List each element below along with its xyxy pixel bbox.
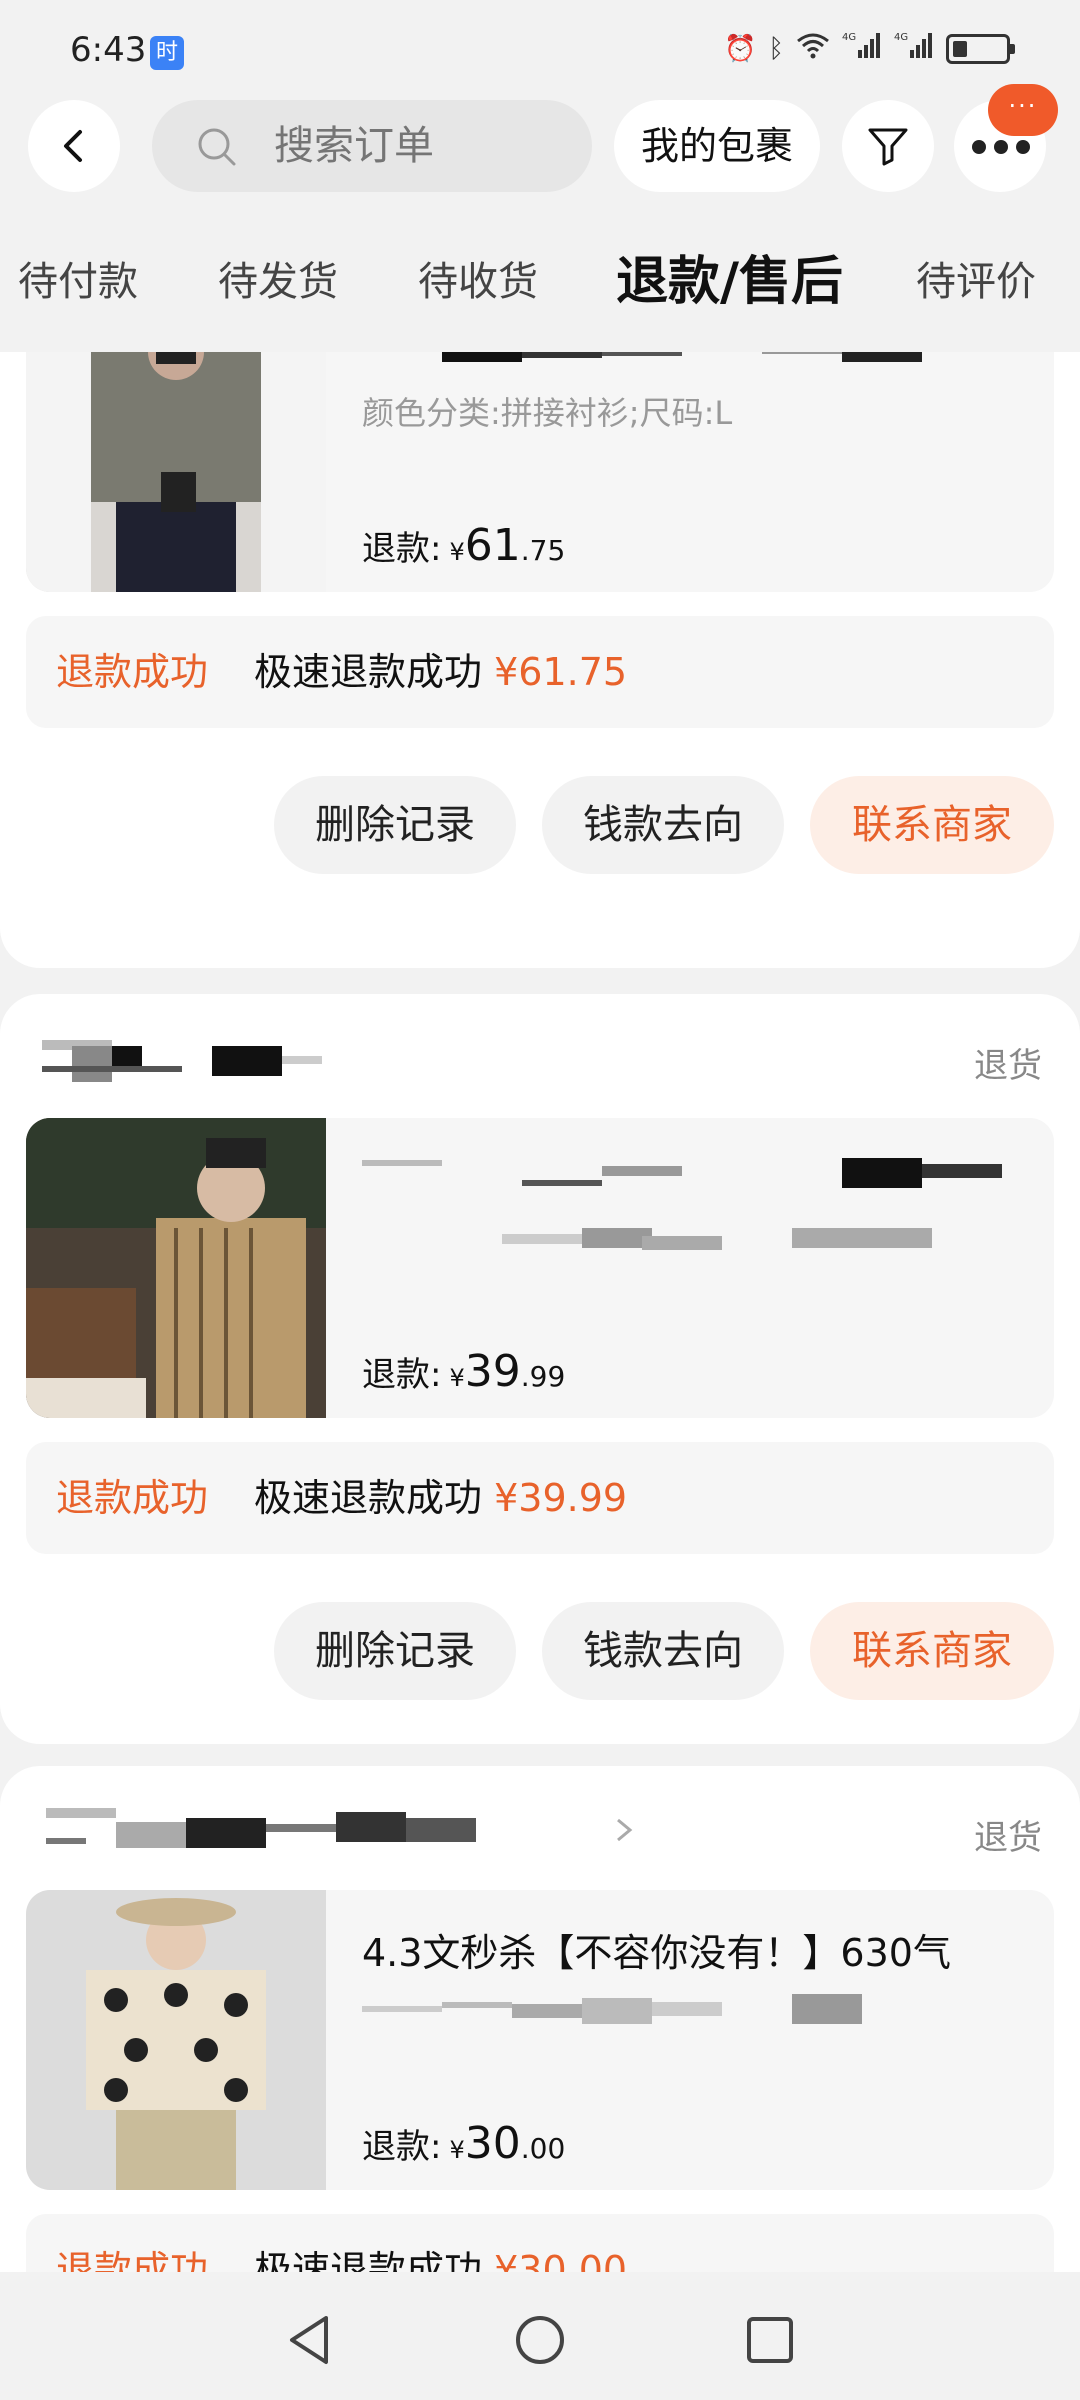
order-card[interactable]: 退货 4.3文秒杀【不容你没有！】630气 退款: ¥30.00 退款成功 极速… bbox=[0, 1766, 1080, 2272]
refund-amount: 退款: ¥61.75 bbox=[362, 520, 566, 571]
refund-status-box[interactable]: 退款成功 极速退款成功 ¥30.00 bbox=[26, 2214, 1054, 2272]
money-flow-button[interactable]: 钱款去向 bbox=[542, 1602, 784, 1700]
refund-amount: 退款: ¥39.99 bbox=[362, 1346, 566, 1397]
contact-seller-button[interactable]: 联系商家 bbox=[810, 776, 1054, 874]
nav-recents-icon[interactable] bbox=[740, 2310, 800, 2370]
nav-home-icon[interactable] bbox=[510, 2310, 570, 2370]
tab-pending-shipment[interactable]: 待发货 bbox=[218, 236, 338, 344]
refund-status-label: 退款成功 bbox=[56, 1476, 209, 1520]
signal-icon-2: 4G bbox=[894, 30, 934, 67]
shop-name-redacted[interactable] bbox=[42, 1798, 642, 1862]
product-sku: 颜色分类:拼接衬衫;尺码:L bbox=[362, 394, 733, 432]
alarm-icon: ⏰ bbox=[724, 33, 757, 64]
order-item[interactable]: 颜色分类:拼接衬衫;尺码:L 退款: ¥61.75 bbox=[26, 352, 1054, 592]
refund-status-label: 退款成功 bbox=[56, 2248, 209, 2272]
system-nav-bar bbox=[0, 2280, 1080, 2400]
order-card[interactable]: 颜色分类:拼接衬衫;尺码:L 退款: ¥61.75 退款成功 极速退款成功 ¥61… bbox=[0, 352, 1080, 968]
contact-seller-button[interactable]: 联系商家 bbox=[810, 1602, 1054, 1700]
product-title-redacted bbox=[362, 1158, 1012, 1258]
status-bar: 6:43 时 ⏰ ᛒ 4G 4G bbox=[0, 0, 1080, 96]
search-box[interactable] bbox=[152, 100, 592, 192]
tab-pending-receipt[interactable]: 待收货 bbox=[418, 236, 538, 344]
refund-amount: 退款: ¥30.00 bbox=[362, 2118, 566, 2169]
filter-button[interactable] bbox=[842, 100, 934, 192]
refund-status-desc: 极速退款成功 ¥39.99 bbox=[254, 1476, 628, 1520]
bluetooth-icon: ᛒ bbox=[768, 33, 784, 64]
after-sale-type: 退货 bbox=[974, 1046, 1042, 1086]
svg-text:4G: 4G bbox=[894, 32, 908, 43]
order-tabs: 待付款 待发货 待收货 退款/售后 待评价 bbox=[0, 236, 1080, 344]
nav-back-icon[interactable] bbox=[280, 2310, 340, 2370]
refund-status-box[interactable]: 退款成功 极速退款成功 ¥39.99 bbox=[26, 1442, 1054, 1554]
tab-refund-aftersale[interactable]: 退款/售后 bbox=[616, 236, 843, 344]
top-bar: 我的包裹 bbox=[0, 96, 1080, 200]
search-input[interactable] bbox=[274, 100, 554, 192]
more-icon bbox=[972, 140, 1030, 154]
product-title-redacted bbox=[362, 352, 982, 366]
refund-status-desc: 极速退款成功 ¥30.00 bbox=[254, 2248, 628, 2272]
message-badge: ··· bbox=[988, 84, 1058, 136]
refund-status-box[interactable]: 退款成功 极速退款成功 ¥61.75 bbox=[26, 616, 1054, 728]
tab-pending-payment[interactable]: 待付款 bbox=[18, 236, 138, 344]
status-time: 6:43 bbox=[70, 30, 147, 70]
battery-icon bbox=[946, 33, 1015, 64]
delete-record-button[interactable]: 删除记录 bbox=[274, 776, 516, 874]
shop-name-redacted[interactable] bbox=[42, 1026, 642, 1090]
chevron-left-icon bbox=[64, 130, 82, 162]
app-notification-icon: 时 bbox=[150, 36, 184, 70]
money-flow-button[interactable]: 钱款去向 bbox=[542, 776, 784, 874]
product-sku-redacted bbox=[362, 1994, 1012, 2028]
svg-text:4G: 4G bbox=[842, 32, 856, 43]
delete-record-button[interactable]: 删除记录 bbox=[274, 1602, 516, 1700]
order-list: 颜色分类:拼接衬衫;尺码:L 退款: ¥61.75 退款成功 极速退款成功 ¥61… bbox=[0, 352, 1080, 2272]
search-icon bbox=[198, 128, 236, 166]
product-thumbnail[interactable] bbox=[26, 352, 326, 592]
status-icons: ⏰ ᛒ 4G 4G bbox=[724, 30, 1015, 67]
filter-icon bbox=[868, 128, 908, 166]
product-thumbnail[interactable] bbox=[26, 1890, 326, 2190]
order-card[interactable]: 退货 退款: ¥39.99 退款成功 极速退款成功 ¥39.99 删除记录 钱款… bbox=[0, 994, 1080, 1744]
after-sale-type: 退货 bbox=[974, 1818, 1042, 1858]
refund-status-label: 退款成功 bbox=[56, 650, 209, 694]
refund-status-desc: 极速退款成功 ¥61.75 bbox=[254, 650, 628, 694]
product-thumbnail[interactable] bbox=[26, 1118, 326, 1418]
order-item[interactable]: 4.3文秒杀【不容你没有！】630气 退款: ¥30.00 bbox=[26, 1890, 1054, 2190]
back-button[interactable] bbox=[28, 100, 120, 192]
signal-icon: 4G bbox=[842, 30, 882, 67]
tab-pending-review[interactable]: 待评价 bbox=[916, 236, 1036, 344]
wifi-icon bbox=[796, 31, 830, 66]
product-title: 4.3文秒杀【不容你没有！】630气 bbox=[362, 1931, 951, 1975]
my-packages-button[interactable]: 我的包裹 bbox=[614, 100, 820, 192]
order-item[interactable]: 退款: ¥39.99 bbox=[26, 1118, 1054, 1418]
